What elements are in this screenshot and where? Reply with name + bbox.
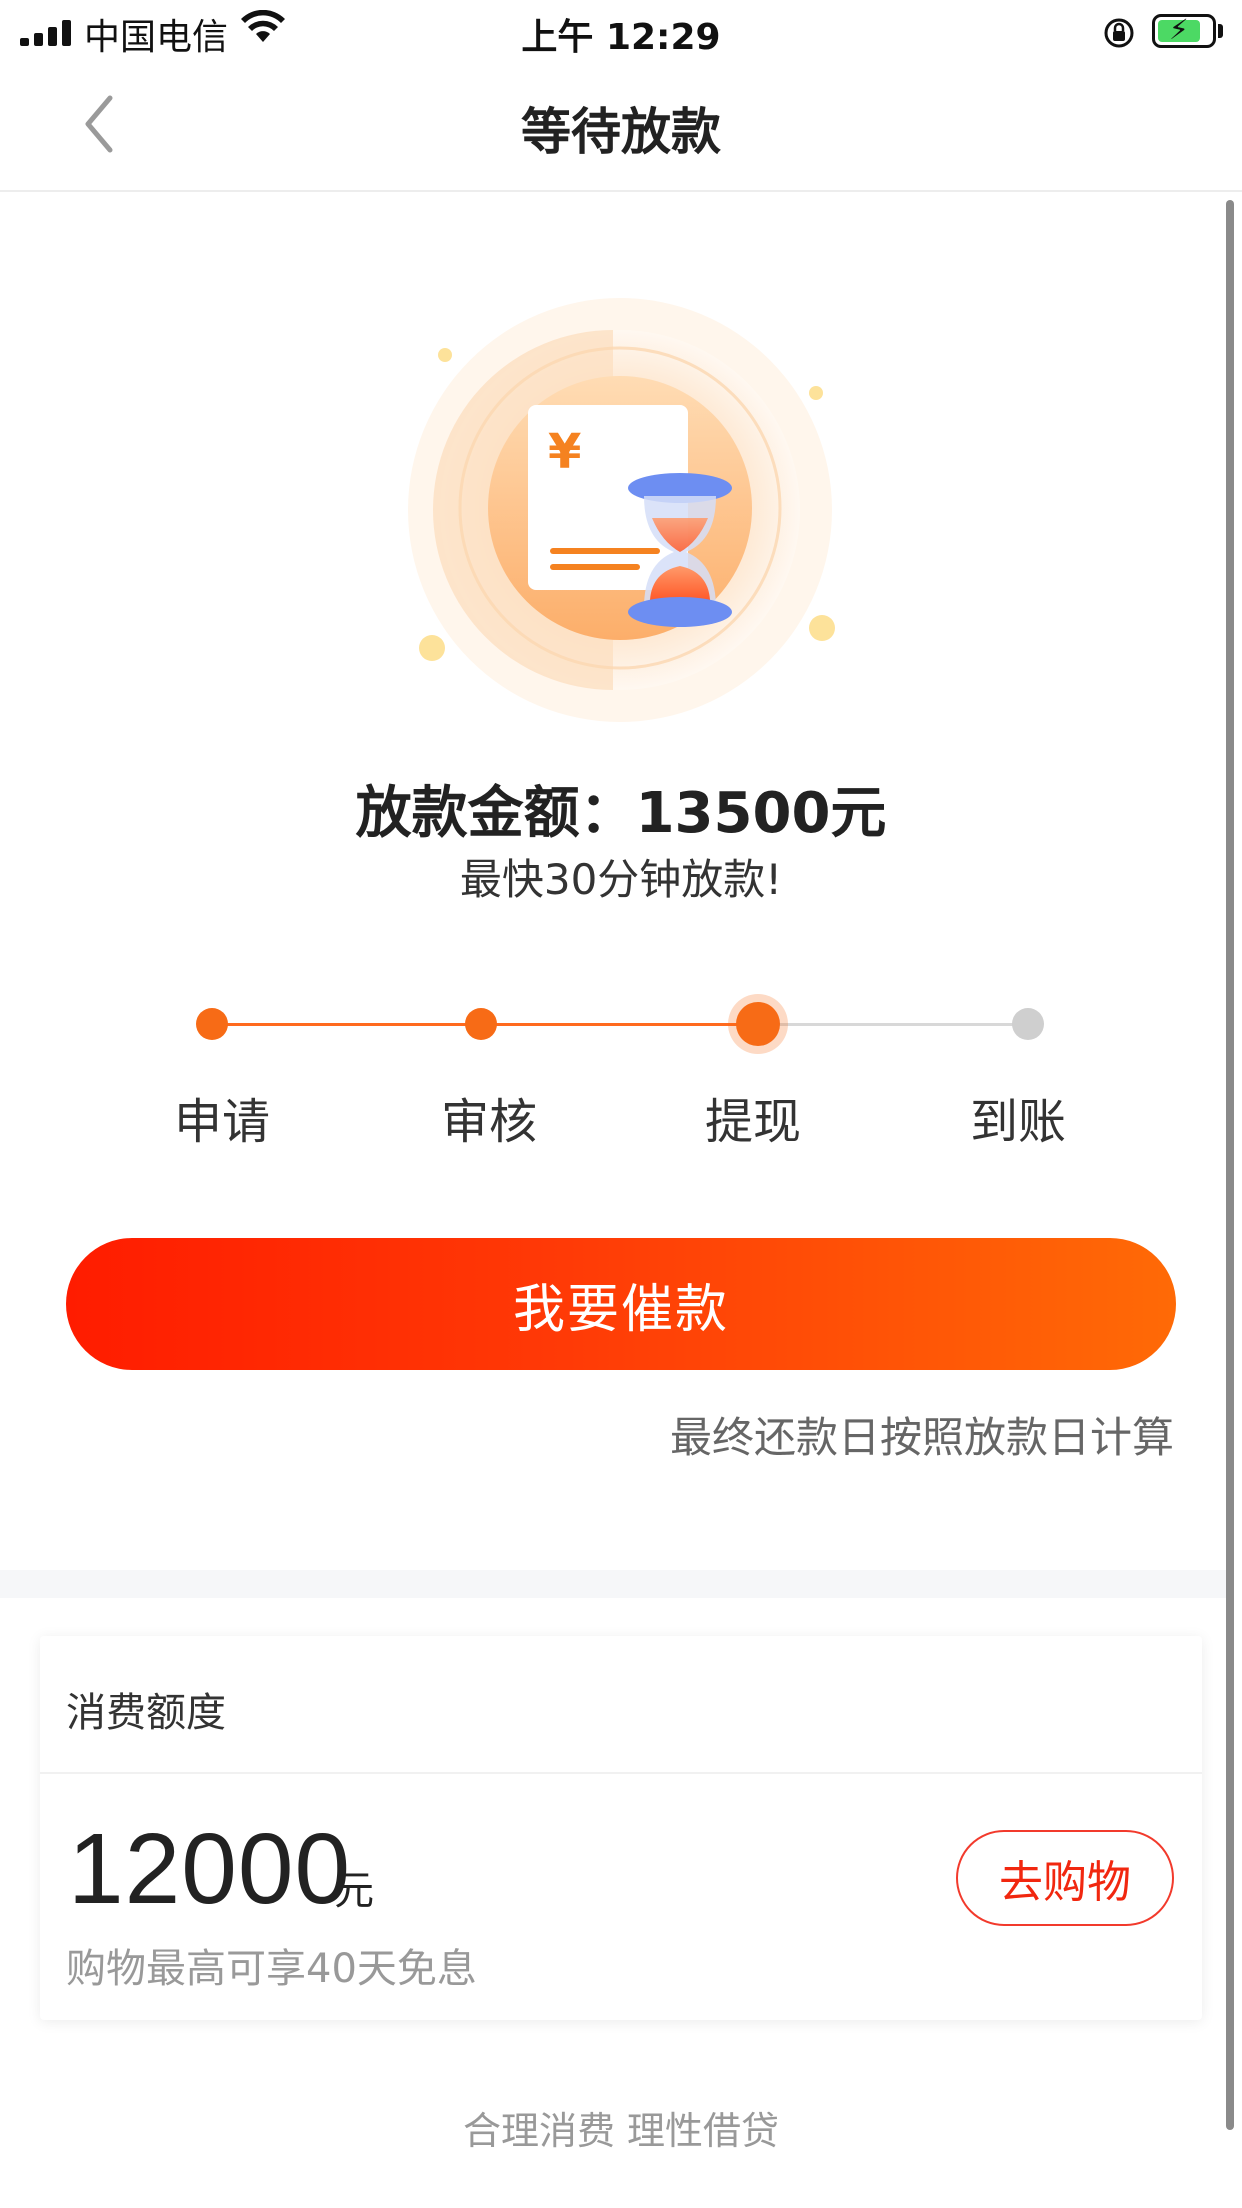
rotation-lock-icon: [1104, 18, 1134, 48]
page-title: 等待放款: [521, 103, 721, 161]
loan-subtitle: 最快30分钟放款!: [459, 855, 783, 904]
card-title: 消费额度: [66, 1690, 226, 1736]
battery-nub: [1218, 24, 1223, 38]
section-divider: [0, 1570, 1226, 1598]
hourglass-bill-icon: ¥: [408, 298, 835, 722]
urge-payment-button[interactable]: 我要催款: [66, 1238, 1176, 1370]
clock: 上午 12:29: [521, 17, 721, 58]
step-label-arrival: 到账: [969, 1094, 1066, 1150]
step-dot-review: [465, 1008, 497, 1040]
step-dot-apply: [196, 1008, 228, 1040]
credit-limit-note: 购物最高可享40天免息: [66, 1946, 477, 1992]
step-label-withdraw: 提现: [704, 1094, 801, 1150]
progress-line-pending: [758, 1023, 1028, 1026]
loan-amount: 放款金额：13500元: [355, 781, 887, 846]
footer-slogan: 合理消费 理性借贷: [462, 2109, 780, 2153]
step-dot-arrival: [1012, 1008, 1044, 1040]
svg-text:¥: ¥: [548, 424, 581, 480]
battery-icon: ⚡: [1152, 13, 1216, 48]
step-label-review: 审核: [440, 1094, 537, 1150]
credit-limit-unit: 元: [334, 1868, 374, 1914]
repayment-note: 最终还款日按照放款日计算: [669, 1413, 1174, 1462]
credit-limit-amount: 12000: [68, 1813, 352, 1925]
scrollbar[interactable]: [1226, 200, 1234, 2130]
status-bar: 中国电信 上午 12:29 ⚡: [0, 0, 1242, 60]
go-shopping-button[interactable]: 去购物: [956, 1830, 1174, 1926]
card-divider: [40, 1772, 1202, 1774]
step-dot-withdraw: [736, 1002, 780, 1046]
step-label-apply: 申请: [173, 1094, 270, 1150]
